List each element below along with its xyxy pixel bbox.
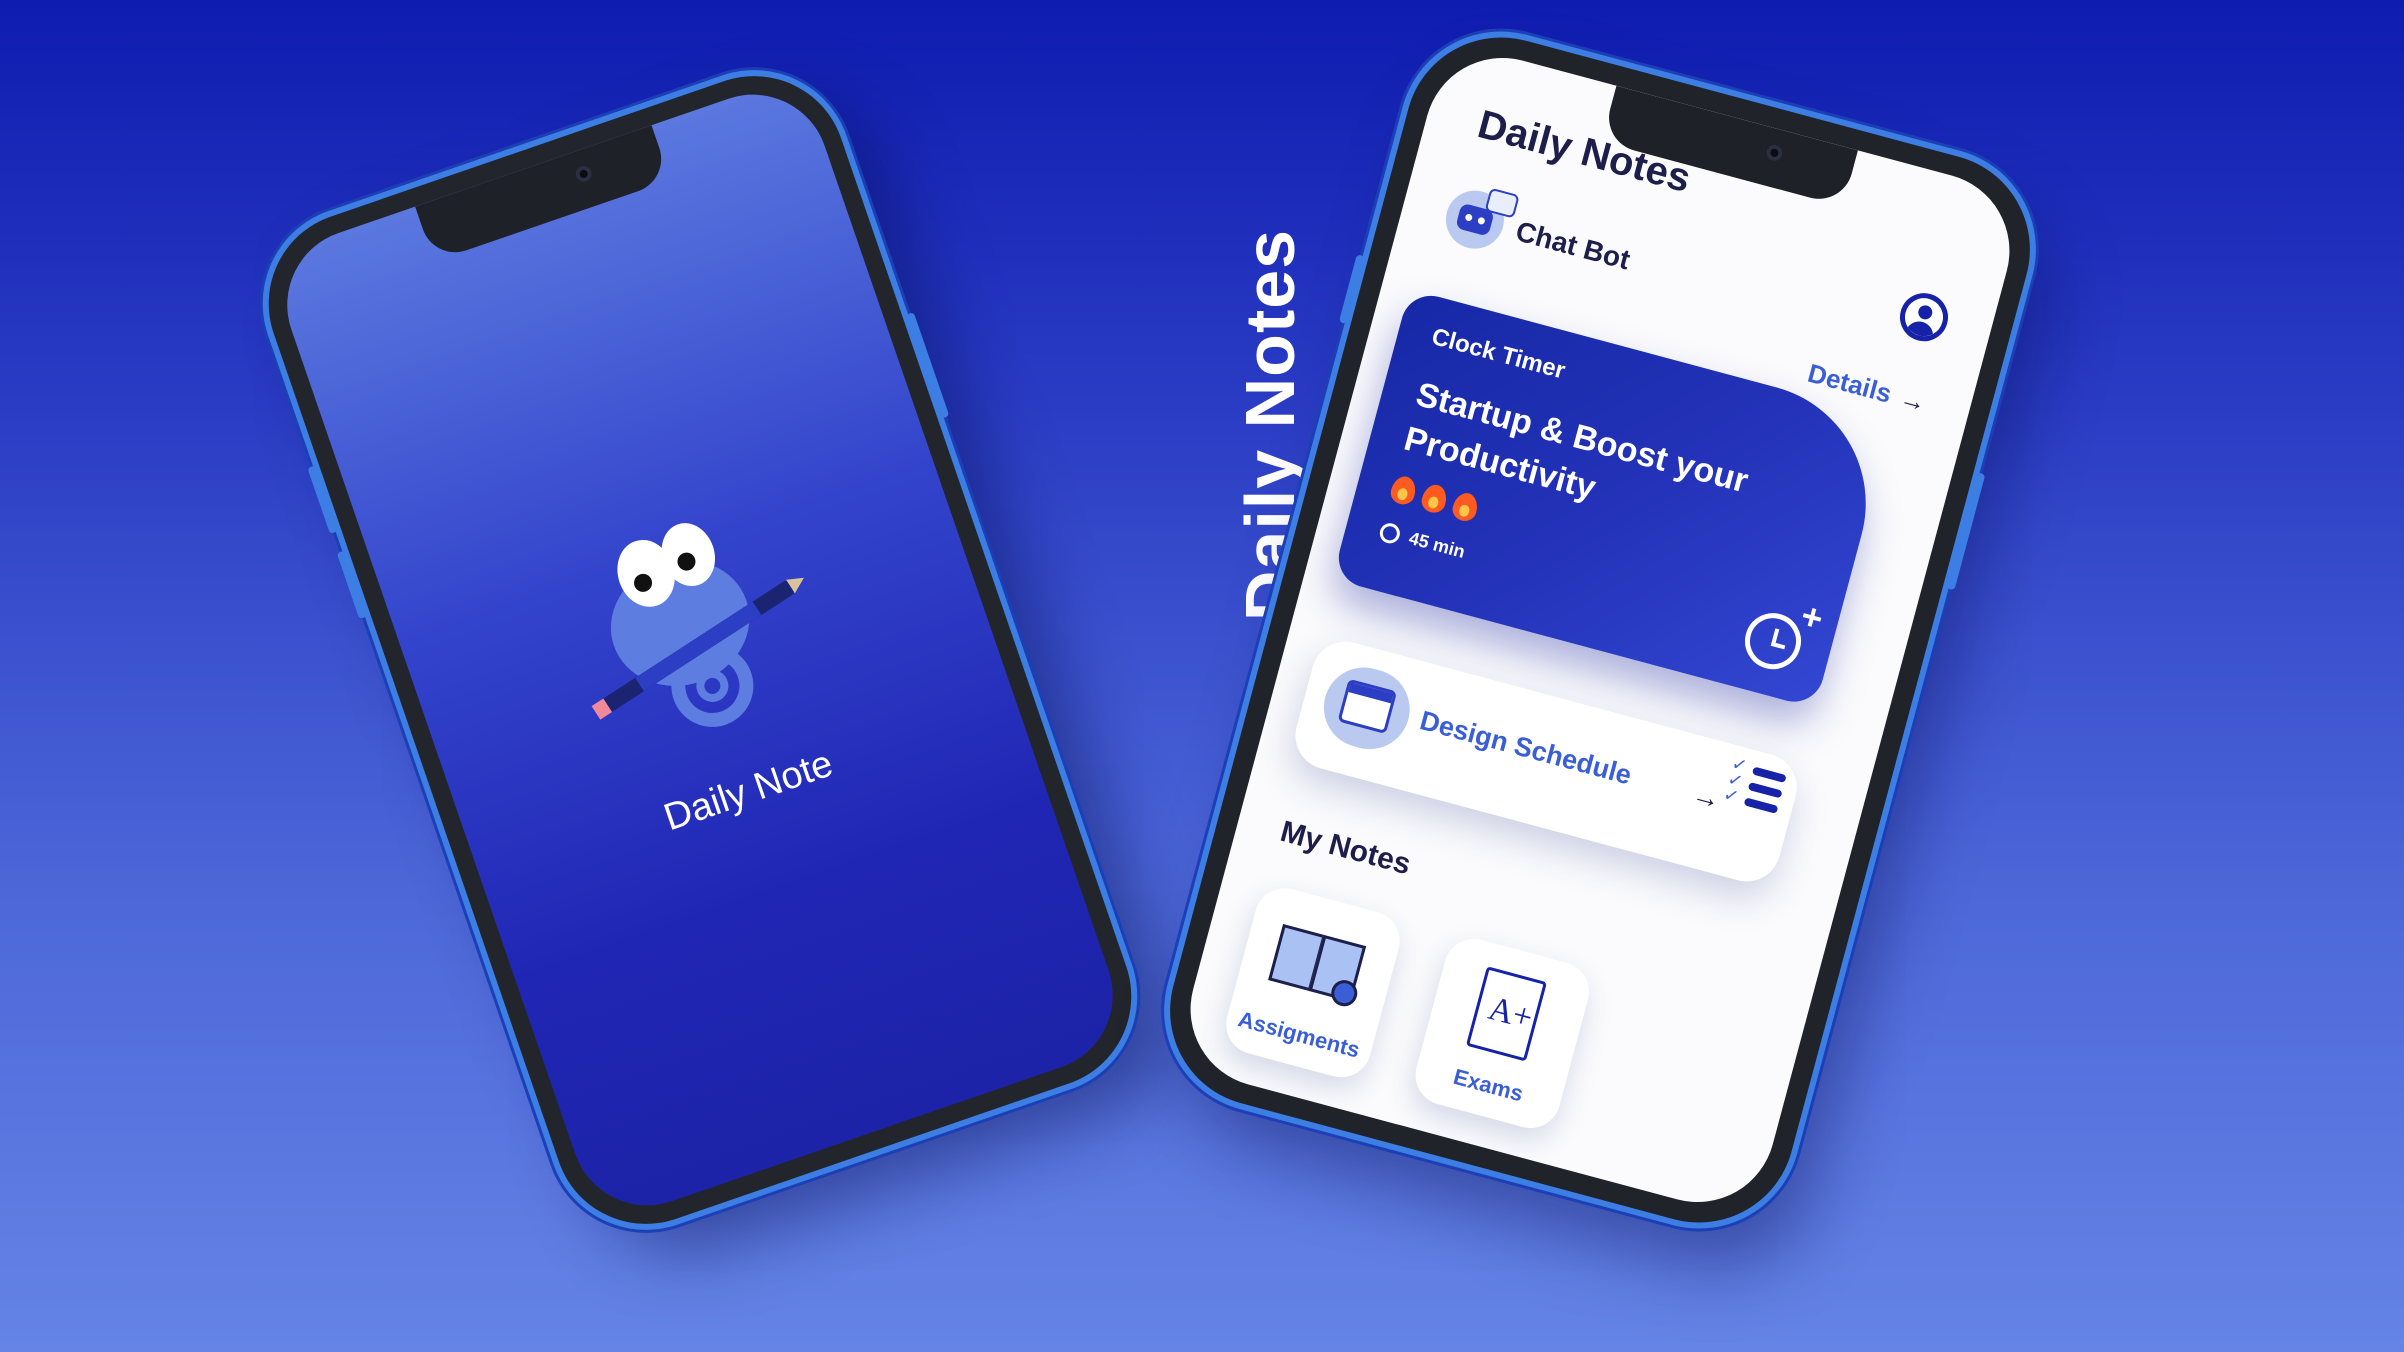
splash-phone: Daily Note [243, 51, 1157, 1249]
plus-icon: + [1796, 594, 1828, 640]
open-book-icon [1265, 918, 1372, 1010]
chatbot-icon [1439, 184, 1520, 256]
fire-streak [1388, 473, 1481, 524]
fire-icon [1450, 490, 1481, 524]
home-screen: Daily Notes Chat Bot Details → Clock Tim… [1173, 40, 2027, 1220]
clock-add-icon[interactable] [1738, 606, 1808, 676]
calendar-icon [1314, 658, 1419, 759]
chatbot-entry[interactable]: Chat Bot [1439, 183, 1637, 290]
note-tile-exams[interactable]: A+ Exams [1408, 932, 1596, 1135]
timer-card-kicker: Clock Timer [1428, 323, 1569, 385]
checklist-line [1747, 781, 1783, 799]
user-profile-icon[interactable] [1894, 287, 1954, 347]
fire-icon [1419, 482, 1450, 516]
note-tile-label: Assigments [1235, 1006, 1363, 1063]
profile-head [1916, 303, 1934, 321]
chameleon-with-pencil-icon [591, 523, 804, 727]
check-icon: ✓ [1721, 783, 1742, 809]
note-tile-assigments[interactable]: Assigments [1219, 881, 1407, 1084]
note-tile-label: Exams [1450, 1063, 1526, 1107]
grade-mark: A+ [1484, 989, 1537, 1037]
checklist-line [1751, 766, 1787, 784]
arrow-right-icon: → [1896, 382, 1930, 419]
camera [573, 163, 594, 185]
graded-document-icon: A+ [1465, 966, 1548, 1062]
checklist-line [1743, 797, 1779, 814]
clock-timer-card[interactable]: Clock Timer Startup & Boost your Product… [1332, 289, 1893, 709]
splash-title: Daily Note [658, 742, 839, 840]
stopwatch-icon [1377, 520, 1403, 546]
duration-label: 45 min [1406, 527, 1468, 562]
camera [1764, 143, 1785, 163]
fire-icon [1388, 473, 1419, 507]
timer-duration: 45 min [1377, 520, 1468, 563]
checklist-icon: ✓ ✓ ✓ [1721, 753, 1789, 814]
home-phone: Daily Notes Chat Bot Details → Clock Tim… [1148, 15, 2052, 1245]
schedule-label: Design Schedule [1416, 705, 1635, 791]
details-label: Details [1804, 357, 1895, 409]
details-link[interactable]: Details → [1804, 357, 1930, 419]
my-notes-heading: My Notes [1276, 814, 1415, 882]
chatbot-label: Chat Bot [1512, 215, 1634, 276]
calendar-sheet [1337, 678, 1398, 735]
arrow-right-icon: → [1688, 778, 1725, 816]
profile-body [1904, 318, 1937, 345]
